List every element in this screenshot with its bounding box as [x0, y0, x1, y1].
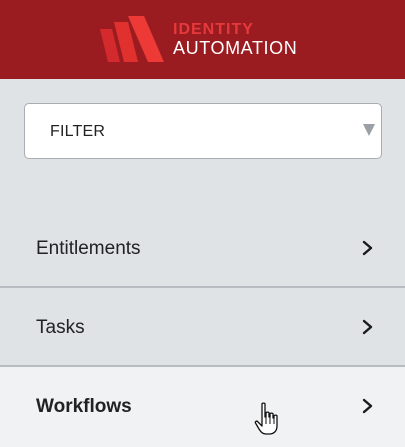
- dropdown-triangle-icon: [363, 124, 375, 136]
- identity-automation-mark-icon: [100, 16, 164, 62]
- navigation-menu: Entitlements Tasks Workflows: [0, 209, 405, 447]
- logo-wordmark: IDENTITY AUTOMATION: [173, 21, 298, 58]
- filter-label: FILTER: [50, 123, 106, 140]
- chevron-right-icon: [362, 319, 373, 335]
- identity-automation-logo[interactable]: IDENTITY AUTOMATION: [100, 16, 315, 64]
- logo-wordmark-line2: AUTOMATION: [173, 38, 298, 58]
- menu-item-entitlements[interactable]: Entitlements: [0, 209, 405, 288]
- menu-item-workflows[interactable]: Workflows: [0, 367, 405, 447]
- menu-item-label: Entitlements: [36, 238, 141, 259]
- app-header: IDENTITY AUTOMATION: [0, 0, 405, 79]
- logo-wordmark-line1: IDENTITY: [173, 21, 254, 38]
- filter-select[interactable]: FILTER: [24, 103, 382, 159]
- menu-item-label: Workflows: [36, 396, 132, 417]
- chevron-right-icon: [362, 398, 373, 414]
- chevron-right-icon: [362, 240, 373, 256]
- menu-item-label: Tasks: [36, 317, 85, 338]
- menu-item-tasks[interactable]: Tasks: [0, 288, 405, 367]
- hand-pointer-cursor-icon: [254, 402, 278, 435]
